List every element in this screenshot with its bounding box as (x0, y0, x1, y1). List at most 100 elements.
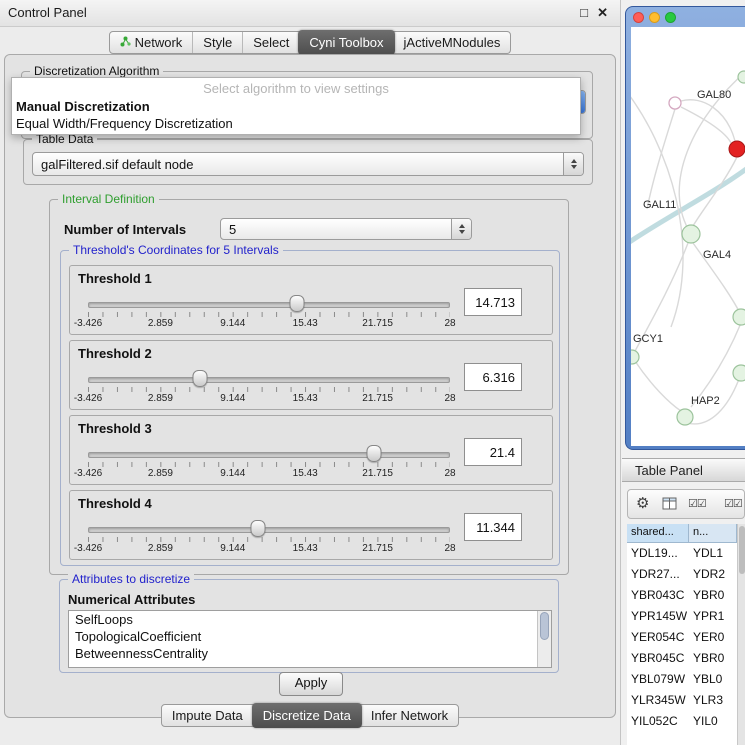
tab-impute-data[interactable]: Impute Data (162, 705, 253, 726)
tick-label: 28 (444, 393, 455, 404)
table-row[interactable]: YBR043CYBR0 (627, 585, 737, 606)
threshold-slider[interactable]: -3.4262.8599.14415.4321.71528 (88, 294, 450, 334)
close-window-icon[interactable]: ✕ (597, 0, 608, 26)
threshold-value-field[interactable]: 6.316 (464, 363, 522, 391)
slider-track[interactable] (88, 452, 450, 458)
select-all-columns-icon[interactable]: ☑☑ (688, 497, 706, 510)
table-cell: YLR345W (627, 690, 689, 711)
tab-label: Style (203, 35, 232, 50)
numerical-attributes-list[interactable]: SelfLoopsTopologicalCoefficientBetweenne… (68, 610, 552, 668)
threshold-value-field[interactable]: 21.4 (464, 438, 522, 466)
table-scrollbar[interactable] (737, 524, 745, 745)
tab-cyni-toolbox[interactable]: Cyni Toolbox (298, 30, 394, 55)
slider-track[interactable] (88, 302, 450, 308)
slider-thumb-icon[interactable] (366, 445, 381, 462)
table-cell: YIL0 (689, 711, 737, 732)
table-row[interactable]: YBR045CYBR0 (627, 648, 737, 669)
table-row[interactable]: YBL079WYBL0 (627, 669, 737, 690)
node-label[interactable]: HAP2 (691, 395, 720, 407)
list-scrollbar[interactable] (537, 611, 551, 667)
tab-label: Impute Data (172, 708, 243, 723)
network-canvas[interactable]: GAL80 GAL11 GAL4 GCY1 HAP2 (631, 27, 745, 446)
slider-thumb-icon[interactable] (289, 295, 304, 312)
threshold-value-field[interactable]: 11.344 (464, 513, 522, 541)
group-title: Attributes to discretize (68, 572, 194, 586)
threshold-slider[interactable]: -3.4262.8599.14415.4321.71528 (88, 369, 450, 409)
attribute-item[interactable]: TopologicalCoefficient (69, 628, 551, 645)
node-label[interactable]: GAL80 (697, 89, 731, 101)
tick-label: 28 (444, 543, 455, 554)
gear-icon[interactable]: ⚙ (636, 494, 649, 512)
control-panel-window: Control Panel □ ✕ Network Style Select C… (0, 0, 621, 745)
tick-label: 9.144 (220, 468, 245, 479)
table-cell: YDR2 (689, 564, 737, 585)
scrollbar-thumb[interactable] (739, 526, 745, 574)
table-cell: YBR0 (689, 585, 737, 606)
dropdown-item-equal-width-frequency[interactable]: Equal Width/Frequency Discretization (12, 115, 580, 132)
table-panel-header[interactable]: Table Panel (622, 458, 745, 482)
table-cell: YBR045C (627, 648, 689, 669)
column-chooser-icon[interactable] (662, 497, 678, 514)
dropdown-placeholder: Select algorithm to view settings (12, 80, 580, 98)
tick-label: -3.426 (74, 468, 102, 479)
control-panel-titlebar[interactable]: Control Panel □ ✕ (0, 0, 620, 27)
slider-thumb-icon[interactable] (251, 520, 266, 537)
number-of-intervals-combobox[interactable]: 5 (220, 218, 472, 240)
node-label[interactable]: GCY1 (633, 333, 663, 345)
select-column-set-icon[interactable]: ☑☑ (724, 497, 742, 510)
tick-label: 9.144 (220, 543, 245, 554)
tick-label: 15.43 (293, 393, 318, 404)
number-of-intervals-value: 5 (229, 222, 236, 237)
tab-network[interactable]: Network (110, 32, 193, 53)
window-controls (633, 12, 676, 23)
tab-infer-network[interactable]: Infer Network (361, 705, 458, 726)
group-title: Discretization Algorithm (30, 64, 163, 78)
window-title: Control Panel (8, 0, 87, 26)
combobox-stepper-icon[interactable] (451, 219, 471, 239)
slider-track[interactable] (88, 527, 450, 533)
float-window-icon[interactable]: □ (580, 0, 588, 26)
table-row[interactable]: YDR27...YDR2 (627, 564, 737, 585)
tab-style[interactable]: Style (192, 32, 242, 53)
group-title: Threshold's Coordinates for 5 Intervals (69, 243, 283, 257)
dropdown-item-manual-discretization[interactable]: Manual Discretization (12, 98, 580, 115)
table-panel-toolbar: ⚙ ☑☑ ☑☑ (627, 489, 745, 519)
minimize-traffic-light-icon[interactable] (649, 12, 660, 23)
table-cell: YBR043C (627, 585, 689, 606)
table-cell: YER054C (627, 627, 689, 648)
tab-label: Select (253, 35, 289, 50)
threshold-2-panel: Threshold 2 -3.4262.8599.14415.4321.7152… (69, 340, 553, 410)
combobox-stepper-icon[interactable] (563, 153, 583, 175)
threshold-value-field[interactable]: 14.713 (464, 288, 522, 316)
tab-discretize-data[interactable]: Discretize Data (252, 703, 362, 728)
table-row[interactable]: YDL19...YDL1 (627, 543, 737, 564)
column-header-name[interactable]: n... (689, 524, 737, 543)
table-data-combobox[interactable]: galFiltered.sif default node (32, 152, 584, 176)
scrollbar-thumb[interactable] (540, 612, 549, 640)
zoom-traffic-light-icon[interactable] (665, 12, 676, 23)
attribute-item[interactable]: SelfLoops (69, 611, 551, 628)
table-cell: YLR3 (689, 690, 737, 711)
close-traffic-light-icon[interactable] (633, 12, 644, 23)
threshold-slider[interactable]: -3.4262.8599.14415.4321.71528 (88, 444, 450, 484)
node-label[interactable]: GAL11 (643, 199, 676, 211)
table-row[interactable]: YLR345WYLR3 (627, 690, 737, 711)
tab-select[interactable]: Select (242, 32, 299, 53)
node-label[interactable]: GAL4 (703, 249, 731, 261)
column-header-shared-name[interactable]: shared... (627, 524, 689, 543)
tab-jactivemnodules[interactable]: jActiveMNodules (394, 32, 511, 53)
network-tab-icon (120, 35, 131, 50)
slider-thumb-icon[interactable] (193, 370, 208, 387)
threshold-slider[interactable]: -3.4262.8599.14415.4321.71528 (88, 519, 450, 559)
apply-button[interactable]: Apply (279, 672, 343, 696)
attribute-item[interactable]: BetweennessCentrality (69, 645, 551, 662)
tick-label: 21.715 (362, 318, 393, 329)
interval-definition-group: Interval Definition Number of Intervals … (49, 199, 569, 575)
table-row[interactable]: YPR145WYPR1 (627, 606, 737, 627)
tick-label: 15.43 (293, 318, 318, 329)
table-body: YDL19...YDL1YDR27...YDR2YBR043CYBR0YPR14… (627, 543, 737, 732)
table-row[interactable]: YIL052CYIL0 (627, 711, 737, 732)
table-row[interactable]: YER054CYER0 (627, 627, 737, 648)
slider-track[interactable] (88, 377, 450, 383)
slider-ticks (88, 462, 450, 467)
